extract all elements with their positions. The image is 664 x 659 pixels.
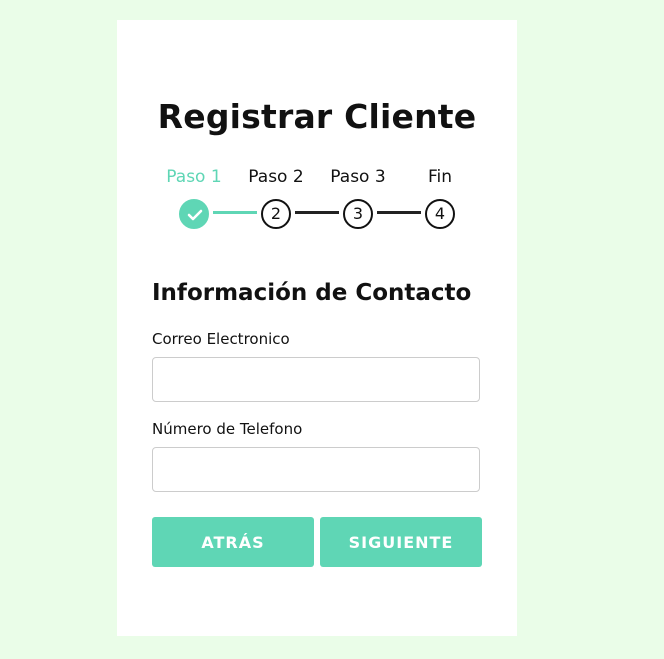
step-2-label: Paso 2	[248, 167, 304, 187]
email-label: Correo Electronico	[152, 330, 290, 348]
step-connector-2	[295, 211, 339, 214]
step-connector-1	[213, 211, 257, 214]
step-1-label: Paso 1	[166, 167, 222, 187]
step-4-label: Fin	[427, 167, 453, 187]
registration-card: Registrar Cliente Paso 1 Paso 2 Paso 3 F…	[117, 20, 517, 636]
next-button[interactable]: SIGUIENTE	[320, 517, 482, 567]
step-connector-3	[377, 211, 421, 214]
section-title: Información de Contacto	[152, 280, 472, 306]
step-4-circle: 4	[425, 199, 455, 229]
step-3-circle: 3	[343, 199, 373, 229]
step-3-label: Paso 3	[330, 167, 386, 187]
back-button[interactable]: ATRÁS	[152, 517, 314, 567]
check-icon	[187, 209, 203, 221]
email-field[interactable]	[152, 357, 480, 402]
phone-field[interactable]	[152, 447, 480, 492]
step-2-circle: 2	[261, 199, 291, 229]
phone-label: Número de Telefono	[152, 420, 303, 438]
step-1-circle	[179, 199, 209, 229]
step-progress: Paso 1 Paso 2 Paso 3 Fin 2 3 4	[117, 20, 517, 260]
